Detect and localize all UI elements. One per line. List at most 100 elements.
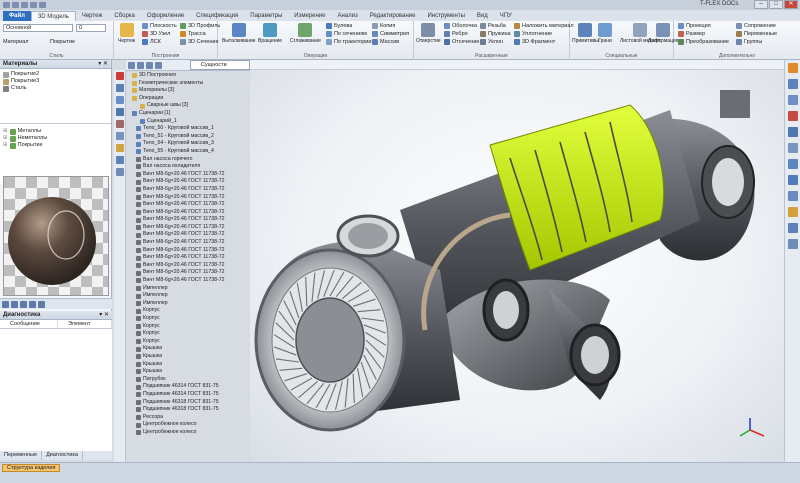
- tree-row[interactable]: Центробежное колесо: [130, 429, 248, 437]
- extrude-button[interactable]: Выталкивание: [222, 23, 256, 44]
- tree-row[interactable]: Винт М8-6g×20.46 ГОСТ 11738-72: [130, 201, 248, 209]
- rib-button[interactable]: Ребро: [444, 31, 468, 37]
- tool-icon[interactable]: [787, 143, 798, 153]
- tool-icon[interactable]: [787, 223, 798, 233]
- open-icon[interactable]: [12, 2, 19, 8]
- tool-icon[interactable]: [787, 111, 798, 121]
- close-icon[interactable]: [116, 72, 124, 80]
- tree-row[interactable]: Рессора: [130, 414, 248, 422]
- tree-row[interactable]: Импеллер: [130, 300, 248, 308]
- apply-material-icon[interactable]: [29, 301, 36, 308]
- tree-row[interactable]: Корпус: [130, 330, 248, 338]
- tool-icon[interactable]: [116, 108, 124, 116]
- list-item[interactable]: Покрытие2: [3, 71, 108, 78]
- undo-icon[interactable]: [30, 2, 37, 8]
- tab-variables[interactable]: Переменные: [0, 451, 43, 460]
- tool-icon[interactable]: [787, 191, 798, 201]
- tree-row[interactable]: Тело_55 - Круговой массив_4: [130, 148, 248, 156]
- tool-icon[interactable]: [116, 96, 124, 104]
- spring-button[interactable]: Пружина: [480, 31, 511, 37]
- tool-icon[interactable]: [116, 156, 124, 164]
- cut-button[interactable]: Отсечение: [444, 39, 479, 45]
- col-message[interactable]: Сообщение: [0, 320, 58, 328]
- tab-analysis[interactable]: Анализ: [331, 11, 363, 21]
- projection-button[interactable]: Проекция: [678, 23, 711, 29]
- smooth-button[interactable]: Сглаживание: [290, 23, 321, 44]
- edit-material-icon[interactable]: [11, 301, 18, 308]
- tab-cnc[interactable]: ЧПУ: [494, 11, 518, 21]
- tool-icon[interactable]: [116, 84, 124, 92]
- shell-button[interactable]: Оболочка: [444, 23, 477, 29]
- tilt-button[interactable]: Уклон: [480, 39, 503, 45]
- tree-row[interactable]: Корпус: [130, 307, 248, 315]
- plane-button[interactable]: Плоскость: [142, 23, 177, 29]
- node3d-button[interactable]: 3D Узел: [142, 31, 170, 37]
- array-button[interactable]: Массив: [372, 39, 399, 45]
- tree-row[interactable]: Винт М8-6g×20.46 ГОСТ 11738-72: [130, 194, 248, 202]
- tree-row[interactable]: Импеллер: [130, 292, 248, 300]
- tree-row[interactable]: Корпус: [130, 323, 248, 331]
- redo-icon[interactable]: [39, 2, 46, 8]
- delete-material-icon[interactable]: [20, 301, 27, 308]
- tree-row[interactable]: Крышка: [130, 353, 248, 361]
- tree-row[interactable]: Крышка: [130, 361, 248, 369]
- tree-row[interactable]: Винт М8-6g×20.46 ГОСТ 11738-72: [130, 231, 248, 239]
- tree-row[interactable]: Винт М8-6g×20.46 ГОСТ 11738-72: [130, 262, 248, 270]
- rotate-button[interactable]: Вращение: [258, 23, 282, 44]
- tree-row[interactable]: Винт М8-6g×20.46 ГОСТ 11738-72: [130, 224, 248, 232]
- tree-row[interactable]: Подшипник 46314 ГОСТ 831-75: [130, 391, 248, 399]
- collapse-icon[interactable]: [146, 62, 153, 69]
- boolean-button[interactable]: Булева: [326, 23, 352, 29]
- symmetry-button[interactable]: Симметрия: [372, 31, 409, 37]
- size-button[interactable]: Размер: [678, 31, 705, 37]
- trace-button[interactable]: Трасса: [180, 31, 206, 37]
- new-material-icon[interactable]: [2, 301, 9, 308]
- apply-material-button[interactable]: Наложить материал: [514, 23, 574, 29]
- tab-measure[interactable]: Измерение: [288, 11, 331, 21]
- folder-item[interactable]: ⊞ Металлы: [3, 128, 108, 135]
- tab-product-structure[interactable]: Структура изделия: [2, 464, 61, 472]
- variables-button[interactable]: Переменные: [736, 31, 777, 37]
- tree-row[interactable]: Винт М8-6g×20.46 ГОСТ 11738-72: [130, 186, 248, 194]
- tree-row[interactable]: Винт М8-6g×20.46 ГОСТ 11738-72: [130, 209, 248, 217]
- tree-row[interactable]: Винт М8-6g×20.46 ГОСТ 11738-72: [130, 216, 248, 224]
- tool-icon[interactable]: [787, 239, 798, 249]
- folder-item[interactable]: ⊞ Неметаллы: [3, 135, 108, 142]
- tool-icon[interactable]: [787, 63, 798, 73]
- tool-icon[interactable]: [116, 120, 124, 128]
- style-combo[interactable]: Основной: [3, 24, 73, 32]
- list-item[interactable]: Сталь: [3, 85, 108, 92]
- copy-button[interactable]: Копия: [372, 23, 395, 29]
- filter-icon[interactable]: [38, 301, 45, 308]
- tree-row[interactable]: Центробежное колесо: [130, 421, 248, 429]
- tool-icon[interactable]: [787, 175, 798, 185]
- doc-tab[interactable]: Сущности: [190, 60, 250, 70]
- tree-row[interactable]: Сварные швы [3]: [130, 102, 248, 110]
- tree-row[interactable]: Корпус: [130, 315, 248, 323]
- tree-row[interactable]: Винт М8-6g×20.46 ГОСТ 11738-72: [130, 254, 248, 262]
- lsk-button[interactable]: ЛСК: [142, 39, 161, 45]
- tab-assembly[interactable]: Сборка: [108, 11, 141, 21]
- tab-drawing[interactable]: Чертеж: [76, 11, 109, 21]
- tree-row[interactable]: Тело_54 - Круговой массив_3: [130, 140, 248, 148]
- tree-row[interactable]: Сценарии [1]: [130, 110, 248, 118]
- turbine-model[interactable]: [250, 70, 784, 462]
- tab-view[interactable]: Вид: [471, 11, 494, 21]
- tab-edit[interactable]: Редактирование: [364, 11, 422, 21]
- tree-row[interactable]: Винт М8-6g×20.46 ГОСТ 11738-72: [130, 171, 248, 179]
- search-icon[interactable]: [155, 62, 162, 69]
- tab-tools[interactable]: Инструменты: [421, 11, 470, 21]
- transform-button[interactable]: Преобразование: [678, 39, 729, 45]
- tree-row[interactable]: Геометрические элементы: [130, 80, 248, 88]
- by-sections-button[interactable]: По сечениям: [326, 31, 367, 37]
- tree-row[interactable]: Материалы [3]: [130, 87, 248, 95]
- tab-layout[interactable]: Оформление: [141, 11, 190, 21]
- tool-icon[interactable]: [116, 168, 124, 176]
- tab-spec[interactable]: Спецификация: [190, 11, 244, 21]
- minimize-button[interactable]: –: [754, 0, 768, 9]
- tab-diagnostics[interactable]: Диагностика: [42, 451, 83, 460]
- tool-icon[interactable]: [787, 127, 798, 137]
- tree-row[interactable]: Крышка: [130, 368, 248, 376]
- tool-icon[interactable]: [787, 207, 798, 217]
- style-size-combo[interactable]: 0: [76, 24, 106, 32]
